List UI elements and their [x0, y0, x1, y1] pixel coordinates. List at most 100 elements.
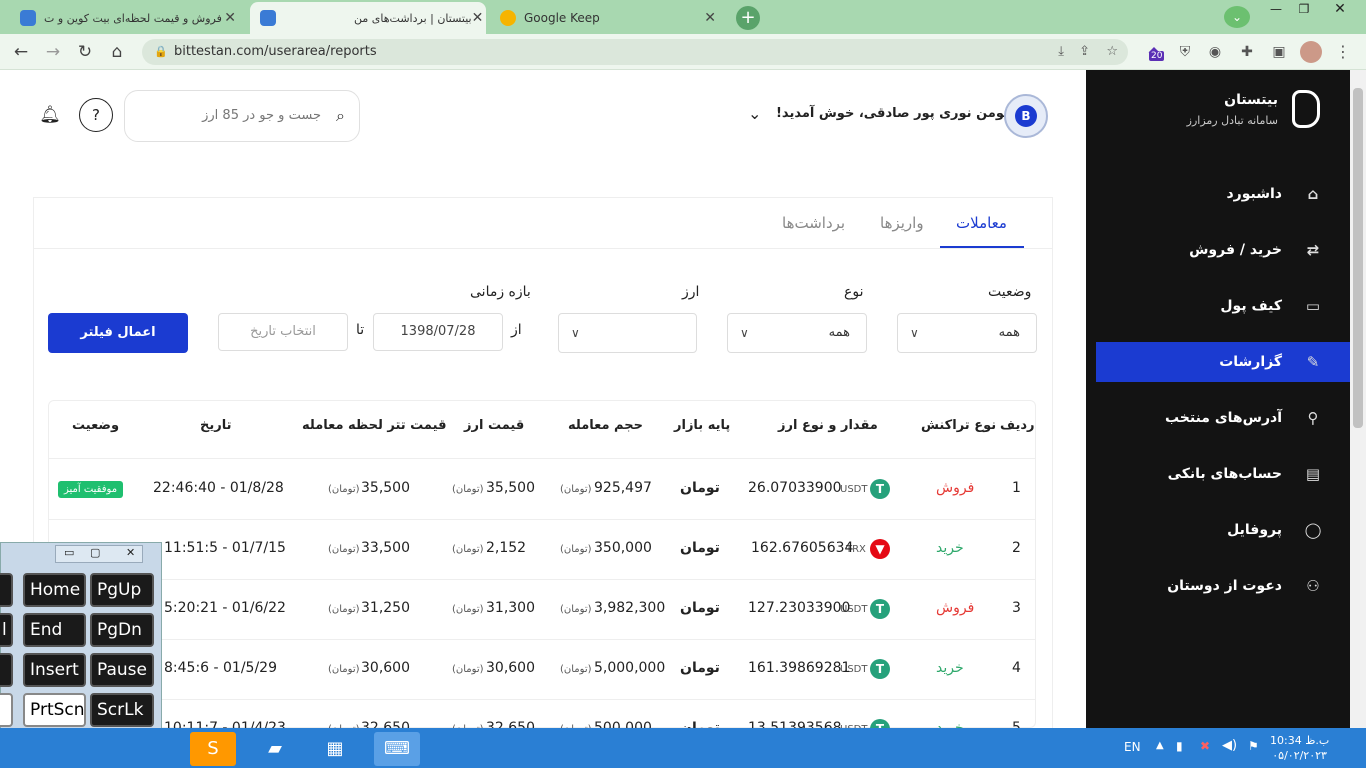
to-label: تا [356, 322, 365, 338]
forward-arrow-icon[interactable]: → [42, 42, 64, 62]
home-icon[interactable]: ⌂ [106, 42, 128, 62]
date-value: 22:46:40 - 01/8/28 [153, 480, 284, 496]
minimize-icon[interactable]: ▭ [64, 546, 74, 559]
help-icon[interactable]: ? [79, 98, 113, 132]
notification-bell-icon[interactable]: 🔔︎ [32, 98, 68, 134]
coin-symbol: USDT [840, 484, 868, 495]
from-date-input[interactable]: 1398/07/28 [373, 313, 503, 351]
browser-tab-google-keep[interactable]: Google Keep ✕ [490, 2, 726, 34]
close-tab-icon[interactable]: ✕ [224, 10, 236, 26]
restore-icon[interactable]: ❐ [1290, 0, 1318, 20]
amount-value: 161.39869281 [748, 660, 851, 676]
address-bar[interactable]: 🔒 bittestan.com/userarea/reports ⤓ ⇪ ☆ [142, 39, 1128, 65]
sticky-notes-icon[interactable]: ▰ [252, 732, 298, 766]
tab-deposits[interactable]: واریزها [880, 214, 924, 232]
minimize-icon[interactable]: — [1262, 0, 1290, 20]
browser-tab-bittestan-market[interactable]: خرید، فروش و قیمت لحظه‌ای بیت کوین و ت ✕ [10, 2, 246, 34]
shield-icon[interactable]: ⛨ [1176, 43, 1194, 61]
key-scrlk[interactable]: ScrLk [90, 693, 154, 727]
home-icon: ⌂ [1307, 185, 1319, 203]
user-icon: ◯ [1304, 521, 1322, 539]
brand-subtitle: سامانه تبادل رمزارز [1186, 114, 1278, 127]
row-number: 3 [1012, 600, 1021, 616]
scrollbar-thumb[interactable] [1353, 88, 1363, 428]
key-pgdn[interactable]: PgDn [90, 613, 154, 647]
search-input[interactable]: جست و جو در 85 ارز ⌕ [124, 90, 360, 142]
key-pause[interactable]: Pause [90, 653, 154, 687]
tab-trades[interactable]: معاملات [956, 214, 1007, 232]
browser-tab-withdrawals[interactable]: بیتستان | برداشت‌های من ✕ [250, 2, 486, 34]
sidebar-item-0[interactable]: ⌂ داشبورد [1096, 174, 1350, 214]
lock-icon: 🔒 [154, 45, 168, 58]
network-icon[interactable]: ✖ [1200, 739, 1210, 753]
on-screen-keyboard-icon[interactable]: ⌨ [374, 732, 420, 766]
bookmark-star-icon[interactable]: ☆ [1106, 39, 1118, 65]
bittestan-favicon-icon [20, 10, 36, 26]
key-partial[interactable] [0, 653, 13, 687]
chevron-down-icon[interactable]: ⌄ [1224, 6, 1250, 28]
sidepanel-icon[interactable]: ▣ [1270, 43, 1288, 61]
sidebar-item-1[interactable]: ⇄ خرید / فروش [1096, 230, 1350, 270]
sidebar-item-label: داشبورد [1226, 186, 1283, 202]
row-number: 1 [1012, 480, 1021, 496]
download-icon[interactable]: ⤓ [1058, 39, 1064, 65]
close-icon[interactable]: ✕ [126, 546, 135, 559]
to-date-input[interactable]: انتخاب تاریخ [218, 313, 348, 351]
key-partial[interactable]: l [0, 613, 13, 647]
volume-icon[interactable]: ◀) [1222, 738, 1237, 753]
back-arrow-icon[interactable]: ← [10, 42, 32, 62]
show-hidden-icons-icon[interactable]: ▲ [1156, 740, 1164, 751]
close-tab-icon[interactable]: ✕ [704, 10, 716, 26]
battery-icon[interactable]: ▮ [1176, 739, 1183, 753]
sublime-text-icon[interactable]: S [190, 732, 236, 766]
chevron-down-icon: ∨ [910, 326, 919, 340]
status-select[interactable]: همه ∨ [897, 313, 1037, 353]
sidebar-item-2[interactable]: ▭ کیف پول [1096, 286, 1350, 326]
browser-tab-strip: خرید، فروش و قیمت لحظه‌ای بیت کوین و ت ✕… [0, 0, 1366, 34]
key-insert[interactable]: Insert [23, 653, 86, 687]
key-partial[interactable] [0, 573, 13, 607]
market-base: تومان [680, 600, 720, 616]
apply-filter-button[interactable]: اعمال فیلتر [48, 313, 188, 353]
new-tab-button[interactable]: + [736, 6, 760, 30]
currency-unit: (تومان) [452, 604, 484, 615]
calculator-icon[interactable]: ▦ [312, 732, 358, 766]
sidebar-item-6[interactable]: ◯ پروفایل [1096, 510, 1350, 550]
status-badge: موفقیت آمیز [58, 481, 124, 498]
col-header-price: قیمت ارز [464, 418, 525, 433]
key-partial[interactable] [0, 693, 13, 727]
price-value: 2,152 [486, 540, 527, 556]
col-header-volume: حجم معامله [568, 418, 643, 433]
currency-select[interactable]: ∨ [558, 313, 697, 353]
key-pgup[interactable]: PgUp [90, 573, 154, 607]
keyboard-titlebar[interactable]: ▭ ▢ ✕ [55, 545, 143, 563]
reload-icon[interactable]: ↻ [74, 42, 96, 62]
type-select[interactable]: همه ∨ [727, 313, 867, 353]
sidebar-item-4[interactable]: ⚲ آدرس‌های منتخب [1096, 398, 1350, 438]
language-indicator[interactable]: EN [1124, 740, 1141, 754]
notification-flag-icon[interactable]: ⚑ [1248, 739, 1259, 753]
key-home[interactable]: Home [23, 573, 86, 607]
status-filter-label: وضعیت [988, 284, 1032, 300]
camera-icon[interactable]: ◉ [1206, 43, 1224, 61]
sidebar-item-5[interactable]: ▤ حساب‌های بانکی [1096, 454, 1350, 494]
user-avatar[interactable]: B [1004, 94, 1048, 138]
usdt-coin-icon: T [870, 659, 890, 679]
price-value: 30,600 [486, 660, 535, 676]
chevron-down-icon[interactable]: ⌄ [748, 104, 761, 123]
restore-icon[interactable]: ▢ [90, 546, 100, 559]
transaction-type: خرید [936, 660, 964, 676]
puzzle-icon[interactable]: ✚ [1238, 43, 1256, 61]
close-tab-icon[interactable]: ✕ [472, 10, 484, 26]
close-window-icon[interactable]: ✕ [1320, 0, 1360, 20]
sidebar-item-3[interactable]: ✎ گزارشات [1096, 342, 1350, 382]
system-clock[interactable]: ب.ظ 10:34 ۰۵/۰۲/۲۰۲۳ [1270, 733, 1329, 763]
menu-kebab-icon[interactable]: ⋮ [1334, 43, 1352, 61]
profile-avatar[interactable] [1300, 41, 1322, 63]
sidebar-item-label: گزارشات [1219, 354, 1282, 370]
tab-withdrawals[interactable]: برداشت‌ها [782, 214, 845, 232]
key-end[interactable]: End [23, 613, 86, 647]
share-icon[interactable]: ⇪ [1079, 39, 1090, 65]
sidebar-item-7[interactable]: ⚇ دعوت از دوستان [1096, 566, 1350, 606]
key-prtscn[interactable]: PrtScn [23, 693, 86, 727]
